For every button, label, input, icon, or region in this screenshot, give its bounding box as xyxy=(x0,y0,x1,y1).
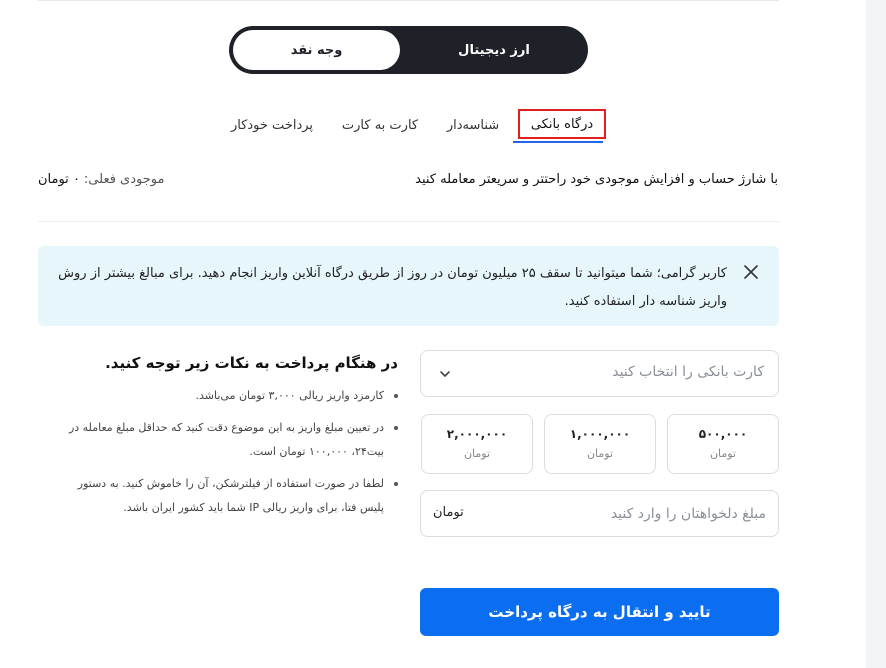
currency-toggle[interactable]: وجه نقد ارز دیجیتال xyxy=(229,26,588,74)
tip-item: لطفا در صورت استفاده از فیلترشکن، آن را … xyxy=(60,472,398,520)
bank-card-placeholder: کارت بانکی را انتخاب کنید xyxy=(612,364,764,380)
info-notice: کاربر گرامی؛ شما میتوانید تا سقف ۲۵ میلی… xyxy=(38,246,779,326)
close-icon[interactable] xyxy=(743,264,759,280)
tip-item: در تعیین مبلغ واریز به این موضوع دقت کنی… xyxy=(60,416,398,464)
deposit-method-tabs: پرداخت خودکار کارت به کارت شناسه‌دار درگ… xyxy=(0,108,886,144)
preset-amount-2m[interactable]: ۲,۰۰۰,۰۰۰ تومان xyxy=(421,414,533,474)
amount-input[interactable] xyxy=(516,501,766,527)
divider xyxy=(38,221,779,222)
tab-bank-gateway[interactable]: درگاه بانکی xyxy=(518,109,606,139)
balance-label: موجودی فعلی: xyxy=(83,172,165,187)
tips-title: در هنگام پرداخت به نکات زیر توجه کنید. xyxy=(105,354,398,372)
tab-card-to-card[interactable]: کارت به کارت xyxy=(340,108,420,142)
confirm-payment-button[interactable]: تایید و انتقال به درگاه پرداخت xyxy=(420,588,779,636)
active-tab-indicator xyxy=(513,141,603,143)
preset-amount: ۱,۰۰۰,۰۰۰ xyxy=(569,427,631,441)
preset-amount: ۵۰۰,۰۰۰ xyxy=(698,427,748,441)
preset-amount-1m[interactable]: ۱,۰۰۰,۰۰۰ تومان xyxy=(544,414,656,474)
page-gutter xyxy=(866,0,886,668)
tip-item: کارمزد واریز ریالی ۳,۰۰۰ تومان می‌باشد. xyxy=(60,384,398,408)
bank-card-select[interactable]: کارت بانکی را انتخاب کنید xyxy=(420,350,779,397)
preset-unit: تومان xyxy=(709,447,737,460)
custom-amount-field: تومان xyxy=(420,490,779,537)
preset-amount-500k[interactable]: ۵۰۰,۰۰۰ تومان xyxy=(667,414,779,474)
amount-unit: تومان xyxy=(433,505,464,520)
preset-unit: تومان xyxy=(586,447,614,460)
tips-list: کارمزد واریز ریالی ۳,۰۰۰ تومان می‌باشد. … xyxy=(60,384,398,520)
notice-message: کاربر گرامی؛ شما میتوانید تا سقف ۲۵ میلی… xyxy=(58,266,727,309)
tab-id-deposit[interactable]: شناسه‌دار xyxy=(440,108,506,142)
payment-tips: در هنگام پرداخت به نکات زیر توجه کنید. ک… xyxy=(60,354,398,528)
current-balance: موجودی فعلی: ۰ تومان xyxy=(38,172,164,187)
balance-value: ۰ تومان xyxy=(38,172,80,187)
chevron-down-icon xyxy=(440,371,450,377)
divider xyxy=(38,0,779,1)
tab-auto-payment[interactable]: پرداخت خودکار xyxy=(227,108,317,142)
toggle-crypto[interactable]: ارز دیجیتال xyxy=(404,30,584,70)
preset-amount: ۲,۰۰۰,۰۰۰ xyxy=(446,427,508,441)
toggle-cash[interactable]: وجه نقد xyxy=(233,30,400,70)
intro-text: با شارژ حساب و افزایش موجودی خود راحتتر … xyxy=(415,172,778,187)
preset-unit: تومان xyxy=(463,447,491,460)
